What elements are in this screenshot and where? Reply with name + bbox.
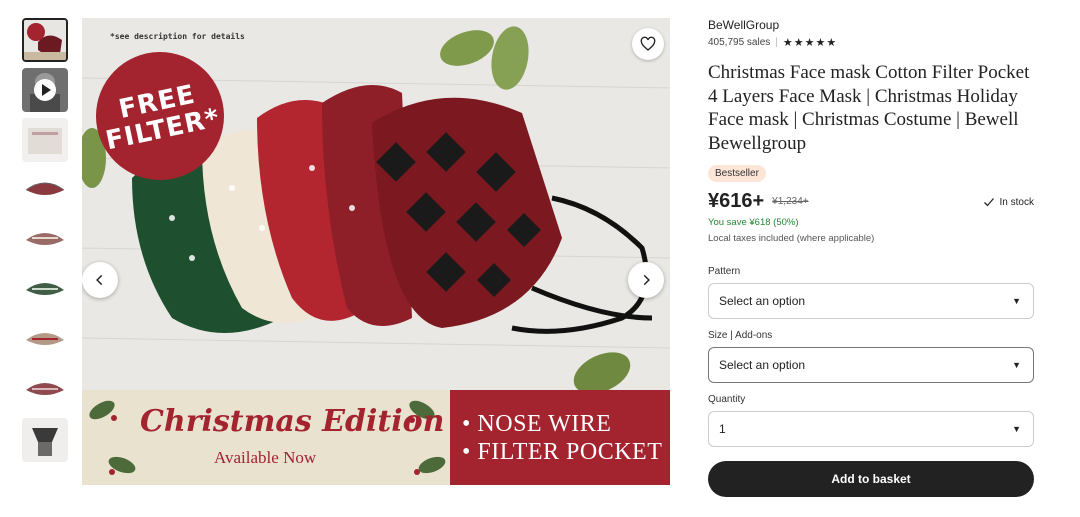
next-image-button[interactable] [628, 262, 664, 298]
description-note: *see description for details [110, 32, 245, 41]
original-price: ¥1,234+ [772, 196, 809, 207]
add-to-basket-button[interactable]: Add to basket [708, 461, 1034, 497]
sales-count: 405,795 sales [708, 37, 771, 48]
main-product-image: *see description for details FREE FILTER… [82, 18, 670, 485]
features-panel: • NOSE WIRE • FILTER POCKET [450, 390, 670, 485]
christmas-edition-panel: Christmas Edition Available Now [82, 390, 450, 485]
banner-title: Christmas Edition [140, 404, 445, 439]
product-title: Christmas Face mask Cotton Filter Pocket… [708, 62, 1030, 154]
chevron-right-icon [643, 274, 650, 286]
tax-note: Local taxes included (where applicable) [708, 233, 875, 244]
separator: | [775, 37, 778, 48]
thumbnail-4[interactable] [22, 168, 68, 212]
checkmark-icon [983, 198, 994, 207]
thumbnail-1[interactable] [22, 18, 68, 62]
free-filter-text: FREE FILTER* [103, 79, 223, 157]
pattern-label: Pattern [708, 266, 741, 277]
thumbnail-5[interactable] [22, 218, 68, 262]
rating-stars[interactable]: ★★★★★ [783, 36, 837, 49]
chevron-left-icon [96, 274, 103, 286]
pattern-select[interactable]: Select an option ▼ [708, 283, 1034, 319]
feature-nose-wire: • NOSE WIRE [462, 410, 612, 437]
shop-sales-row: 405,795 sales | ★★★★★ [708, 36, 1034, 49]
thumbnail-8[interactable] [22, 368, 68, 412]
savings-text: You save ¥618 (50%) [708, 217, 799, 228]
thumbnail-9[interactable] [22, 418, 68, 462]
previous-image-button[interactable] [82, 262, 118, 298]
favorite-button[interactable] [632, 28, 664, 60]
banner-subtitle: Available Now [214, 448, 317, 467]
feature-filter-pocket: • FILTER POCKET [462, 438, 663, 465]
heart-icon [640, 36, 656, 51]
thumbnail-7[interactable] [22, 318, 68, 362]
quantity-select[interactable]: 1 ▼ [708, 411, 1034, 447]
dropdown-arrow-icon: ▼ [1012, 424, 1021, 434]
size-label: Size | Add-ons [708, 330, 773, 341]
thumbnail-strip [22, 18, 68, 468]
size-addons-select[interactable]: Select an option ▼ [708, 347, 1034, 383]
price-row: ¥616+ ¥1,234+ In stock [708, 190, 1034, 213]
thumbnail-6[interactable] [22, 268, 68, 312]
dropdown-arrow-icon: ▼ [1012, 296, 1021, 306]
pattern-select-value: Select an option [719, 294, 806, 308]
size-select-value: Select an option [719, 358, 806, 372]
quantity-select-value: 1 [719, 422, 726, 436]
bestseller-badge: Bestseller [708, 165, 766, 182]
thumbnail-video[interactable] [22, 68, 68, 112]
dropdown-arrow-icon: ▼ [1012, 360, 1021, 370]
quantity-label: Quantity [708, 394, 746, 405]
current-price: ¥616+ [708, 190, 765, 212]
product-info-panel: BeWellGroup 405,795 sales | ★★★★★ Christ… [708, 18, 1034, 497]
promo-banner: Christmas Edition Available Now • NOSE W… [82, 390, 670, 485]
shop-name-link[interactable]: BeWellGroup [708, 18, 1034, 32]
stock-status: In stock [983, 196, 1034, 208]
thumbnail-3[interactable] [22, 118, 68, 162]
stock-label: In stock [999, 196, 1034, 208]
